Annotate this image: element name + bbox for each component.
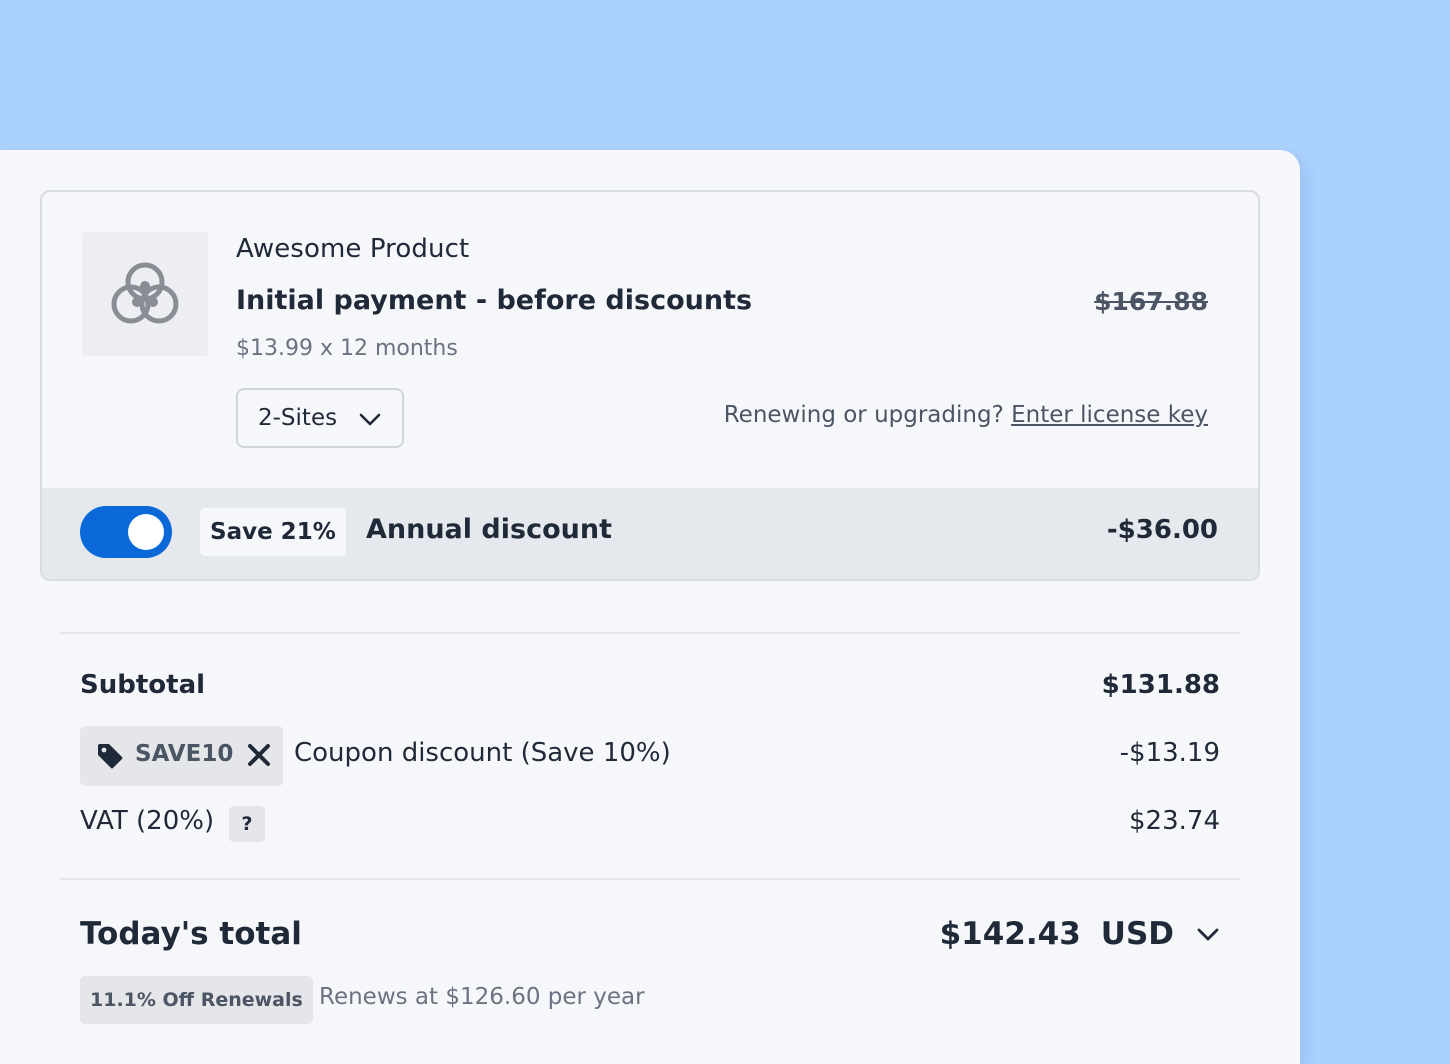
tag-icon [98,744,123,769]
renew-prompt-text: Renewing or upgrading? [723,402,1004,428]
total-value: $142.43 [939,916,1081,952]
original-price: $167.88 [1094,287,1208,316]
annual-discount-toggle[interactable] [80,506,172,558]
chevron-down-icon [359,413,381,426]
sites-dropdown-value: 2-Sites [258,405,338,431]
subtotal-label: Subtotal [80,670,206,700]
total-and-currency: $142.43 USD [940,916,1220,952]
product-card: Awesome Product Initial payment - before… [40,190,1260,581]
total-label: Today's total [80,916,302,952]
annual-discount-amount: -$36.00 [1106,515,1218,545]
chevron-down-icon [1197,928,1219,941]
sites-dropdown[interactable]: 2-Sites [236,388,404,448]
product-thumbnail [82,232,208,356]
save-badge: Save 21% [200,508,346,556]
currency-selector[interactable]: USD [1101,916,1220,952]
vat-help-button[interactable]: ? [229,806,265,842]
enter-license-key-link[interactable]: Enter license key [1011,402,1208,428]
coupon-chip: SAVE10 [80,726,283,786]
annual-discount-label: Annual discount [366,514,612,545]
divider [60,632,1240,634]
subtotal-value: $131.88 [1101,670,1220,700]
annual-discount-row: Save 21% Annual discount -$36.00 [42,488,1258,579]
plan-rate: $13.99 x 12 months [236,336,458,361]
plan-title: Initial payment - before discounts [236,285,753,316]
vat-label: VAT (20%) [80,806,215,836]
coupon-discount-label: Coupon discount (Save 10%) [294,738,671,768]
renew-prompt: Renewing or upgrading? Enter license key [724,402,1208,428]
renewal-text: Renews at $126.60 per year [319,984,645,1010]
checkout-panel: Awesome Product Initial payment - before… [0,150,1300,1064]
product-logo-icon [111,262,179,324]
coupon-discount-value: -$13.19 [1119,738,1220,768]
vat-value: $23.74 [1129,806,1220,836]
product-name: Awesome Product [236,234,470,264]
divider [60,878,1240,880]
coupon-code: SAVE10 [135,741,234,767]
remove-coupon-icon[interactable] [247,743,271,767]
toggle-knob [128,514,164,550]
currency-code: USD [1100,916,1174,952]
renewal-discount-badge: 11.1% Off Renewals [80,976,313,1024]
